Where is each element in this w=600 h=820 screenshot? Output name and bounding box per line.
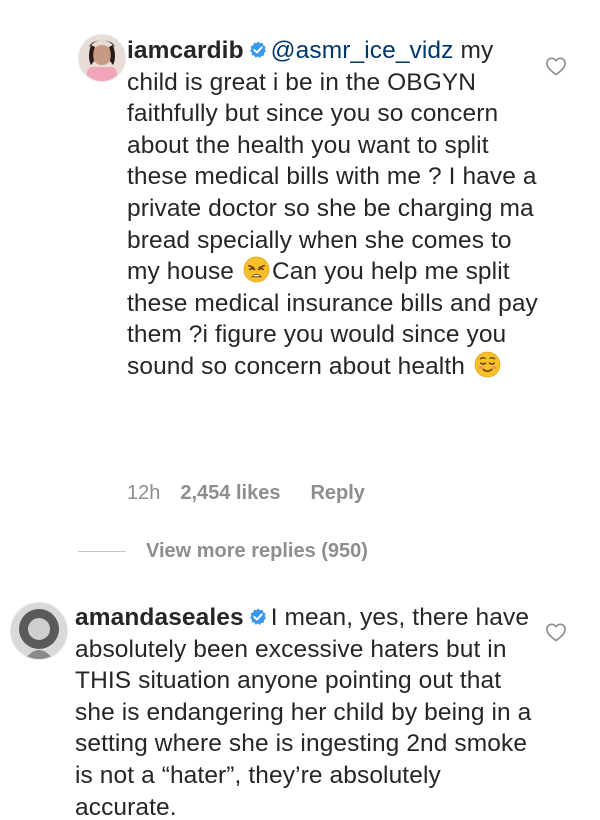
comment-text-part1: my child is great i be in the OBGYN fait… [127, 37, 537, 286]
comment-iamcardib: iamcardib @asmr_ice_vidz my child is grea… [0, 0, 600, 520]
comment-username[interactable]: iamcardib [127, 37, 244, 64]
comment-body: amandaseales I mean, yes, there have abso… [75, 602, 545, 820]
verified-badge-icon [249, 603, 267, 626]
avatar-image [11, 603, 67, 659]
avatar-amandaseales[interactable] [10, 602, 68, 660]
relieved-smile-emoji-icon [474, 351, 501, 378]
comment-text: I mean, yes, there have absolutely been … [75, 604, 532, 820]
mention-link[interactable]: @asmr_ice_vidz [271, 37, 454, 64]
verified-badge-icon [249, 36, 267, 59]
comment-likes[interactable]: 2,454 likes [180, 482, 280, 504]
weary-face-emoji-icon [243, 256, 270, 283]
divider-line [78, 551, 126, 552]
avatar-iamcardib[interactable] [78, 34, 126, 82]
view-more-replies-label: View more replies (950) [146, 540, 368, 562]
view-more-replies-button[interactable]: View more replies (950) [78, 540, 368, 563]
comment-meta: 12h 2,454 likes Reply [127, 482, 365, 505]
comment-username[interactable]: amandaseales [75, 604, 244, 631]
comment-amandaseales: amandaseales I mean, yes, there have abso… [0, 590, 600, 820]
like-heart-icon[interactable] [545, 56, 567, 76]
comment-time: 12h [127, 482, 161, 504]
like-heart-icon[interactable] [545, 622, 567, 642]
reply-button[interactable]: Reply [310, 482, 364, 504]
comment-body: iamcardib @asmr_ice_vidz my child is grea… [127, 35, 547, 383]
avatar-image [79, 35, 125, 81]
